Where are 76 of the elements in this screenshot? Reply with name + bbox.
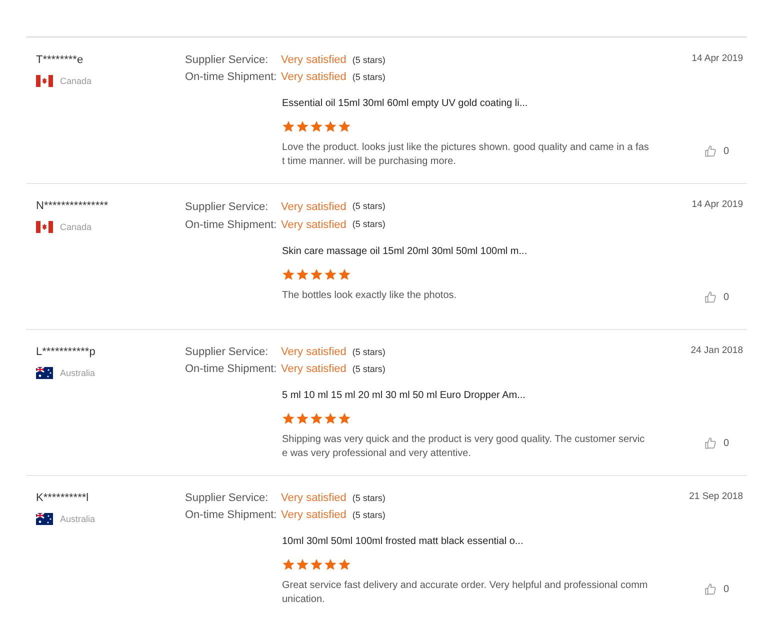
star-icon (282, 268, 295, 281)
star-icon (324, 268, 337, 281)
reviewer-name: L***********p (36, 345, 96, 360)
rating-stars-text: (5 stars) (352, 218, 386, 232)
rating-value: Very satisfied (281, 362, 346, 378)
like-button[interactable]: 0 (704, 290, 729, 305)
review-date: 21 Sep 2018 (689, 490, 743, 504)
rating-label: On-time Shipment: (185, 362, 278, 378)
product-title: Skin care massage oil 15ml 20ml 30ml 50ml 100ml m... (282, 245, 528, 259)
star-icon (324, 558, 337, 571)
flag-icon (36, 221, 53, 234)
country-name: Australia (60, 366, 96, 380)
reviewer-name: K**********l (36, 491, 90, 506)
product-title: 5 ml 10 ml 15 ml 20 ml 30 ml 50 ml Euro Dropper Am... (282, 389, 526, 403)
review-text: The bottles look exactly like the photos. (282, 289, 458, 303)
review-date: 14 Apr 2019 (692, 52, 743, 66)
star-icon (282, 558, 295, 571)
rating-label: Supplier Service: (185, 53, 270, 68)
star-icon (310, 268, 323, 281)
product-title: Essential oil 15ml 30ml 60ml empty UV gold coating li... (282, 97, 529, 111)
rating-stars-text: (5 stars) (352, 346, 386, 359)
star-icon (282, 412, 295, 425)
thumbs-up-icon (704, 145, 718, 158)
star-icon (338, 120, 351, 133)
product-title: 10ml 30ml 50ml 100ml frosted matt black essential o... (282, 535, 524, 549)
star-icon (310, 120, 323, 133)
like-button[interactable]: 0 (704, 436, 729, 451)
rating-value: Very satisfied (281, 70, 346, 86)
rating-value: Very satisfied (281, 491, 346, 506)
rating-stars-text: (5 stars) (352, 200, 386, 214)
like-button[interactable]: 0 (704, 144, 729, 159)
rating-label: On-time Shipment: (185, 508, 278, 524)
country-name: Canada (60, 220, 92, 234)
star-icon (310, 412, 323, 425)
star-icon (296, 268, 309, 281)
rating-stars-text: (5 stars) (352, 362, 386, 376)
review-date: 24 Jan 2018 (690, 344, 743, 358)
star-icon (324, 412, 337, 425)
flag-icon (36, 75, 53, 88)
rating-value: Very satisfied (281, 345, 346, 360)
flag-icon (36, 367, 53, 380)
reviewer-name: N*************** (36, 199, 110, 214)
rating-label: Supplier Service: (185, 200, 270, 215)
star-icon (338, 412, 351, 425)
rating-stars-text: (5 stars) (352, 492, 386, 505)
rating-stars-text: (5 stars) (352, 54, 386, 67)
star-icon (324, 120, 337, 133)
star-icon (296, 120, 309, 133)
flag-icon (36, 513, 53, 526)
star-icon (296, 558, 309, 571)
star-icon (338, 268, 351, 281)
like-button[interactable]: 0 (704, 582, 729, 597)
review-text: Shipping was very quick and the product is very good quality. The customer service was very professional and very attentive. (282, 433, 646, 461)
star-icon (296, 412, 309, 425)
rating-stars-text: (5 stars) (352, 70, 386, 84)
rating-stars-text: (5 stars) (352, 508, 386, 522)
rating-value: Very satisfied (281, 508, 346, 524)
rating-label: On-time Shipment: (185, 70, 278, 86)
star-icon (282, 120, 295, 133)
reviewer-name: T********e (36, 53, 84, 68)
review-date: 14 Apr 2019 (692, 198, 743, 212)
thumbs-up-icon (704, 583, 718, 596)
rating-value: Very satisfied (281, 200, 346, 215)
country-name: Australia (60, 512, 96, 526)
country-name: Canada (60, 74, 92, 88)
thumbs-up-icon (704, 291, 718, 304)
rating-value: Very satisfied (281, 53, 346, 68)
thumbs-up-icon (704, 437, 718, 450)
review-text: Great service fast delivery and accurate order. Very helpful and professional communication. (282, 579, 649, 607)
star-icon (310, 558, 323, 571)
review-text: Love the product. looks just like the pictures shown. good quality and came in a fast time manner. will be purchasing more. (282, 141, 650, 169)
star-icon (338, 558, 351, 571)
rating-value: Very satisfied (281, 218, 346, 233)
rating-label: Supplier Service: (185, 491, 270, 506)
rating-label: Supplier Service: (185, 345, 270, 360)
rating-label: On-time Shipment: (185, 218, 278, 233)
